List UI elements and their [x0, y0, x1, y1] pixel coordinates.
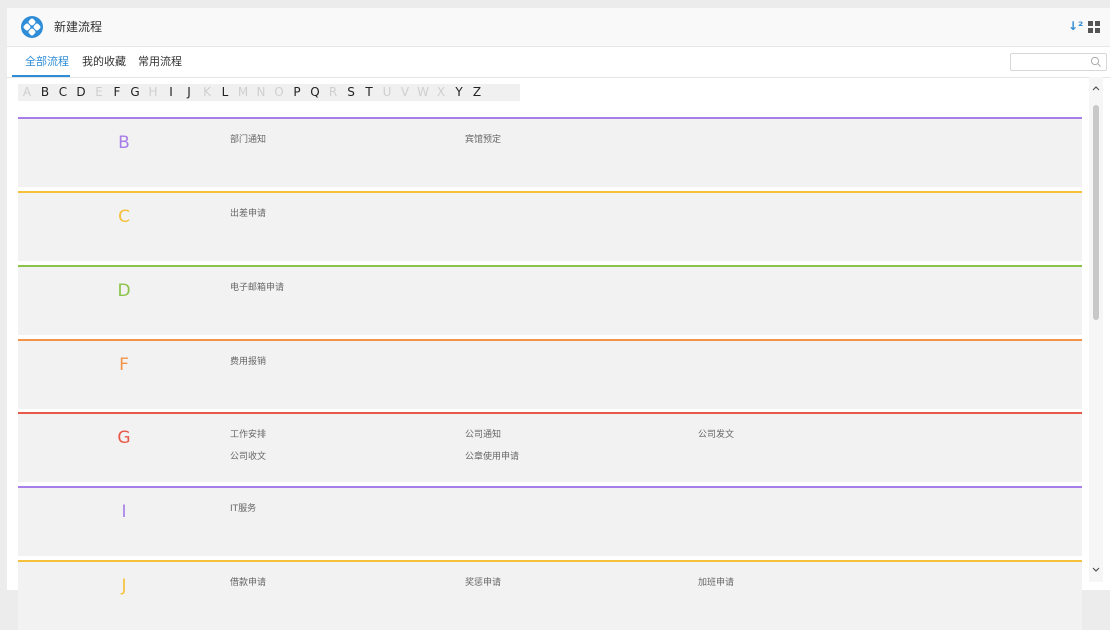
- section-letter: J: [121, 576, 127, 596]
- alpha-letter-g[interactable]: G: [126, 84, 144, 101]
- alpha-letter-e: E: [95, 85, 103, 99]
- section-d: D 电子邮箱申请: [18, 265, 1082, 335]
- alphabet-index-bar: ABCDEFGHIJKLMNOPQRSTUVWXYZ: [18, 84, 520, 101]
- section-f: F 费用报销: [18, 339, 1082, 409]
- process-item[interactable]: 公司通知: [465, 430, 501, 441]
- process-item[interactable]: 公章使用申请: [465, 452, 519, 463]
- process-item[interactable]: 费用报销: [230, 357, 266, 368]
- process-item[interactable]: 公司发文: [698, 430, 734, 441]
- alpha-letter-q[interactable]: Q: [306, 84, 324, 101]
- active-tab-indicator: [12, 75, 70, 77]
- app-logo-icon: [21, 16, 43, 38]
- page-title: 新建流程: [54, 20, 103, 34]
- alpha-letter-o: O: [274, 85, 284, 99]
- section-j: J 借款申请 奖惩申请 加班申请: [18, 560, 1082, 630]
- tab-common-processes[interactable]: 常用流程: [138, 55, 182, 69]
- process-item[interactable]: 部门通知: [230, 135, 266, 146]
- alpha-letter-d[interactable]: D: [72, 84, 90, 101]
- alpha-letter-n: N: [256, 85, 266, 99]
- alpha-letter-b[interactable]: B: [36, 84, 54, 101]
- section-letter: D: [117, 281, 131, 301]
- process-item[interactable]: 公司收文: [230, 452, 266, 463]
- alpha-letter-y[interactable]: Y: [450, 84, 468, 101]
- sort-alpha-icon[interactable]: ↓²: [1068, 19, 1083, 33]
- alpha-letter-s[interactable]: S: [342, 84, 360, 101]
- alpha-letter-c[interactable]: C: [54, 84, 72, 101]
- alpha-letter-z[interactable]: Z: [468, 84, 486, 101]
- vertical-scrollbar[interactable]: [1089, 77, 1103, 582]
- alpha-letter-w: W: [417, 85, 429, 99]
- grid-view-icon[interactable]: [1088, 21, 1100, 33]
- process-item[interactable]: 出差申请: [230, 209, 266, 220]
- tab-my-favorites[interactable]: 我的收藏: [82, 55, 126, 69]
- section-letter: G: [117, 428, 131, 448]
- scroll-up-icon[interactable]: [1091, 83, 1101, 93]
- alpha-letter-l[interactable]: L: [216, 84, 234, 101]
- scroll-down-icon[interactable]: [1091, 565, 1101, 575]
- section-c: C 出差申请: [18, 191, 1082, 261]
- alpha-letter-m: M: [237, 85, 249, 99]
- process-item[interactable]: 工作安排: [230, 430, 266, 441]
- tab-bar: 全部流程 我的收藏 常用流程: [7, 47, 1110, 78]
- section-letter: B: [118, 133, 130, 153]
- alpha-letter-k: K: [203, 85, 211, 99]
- header-bar: 新建流程 ↓²: [7, 8, 1110, 47]
- process-item[interactable]: IT服务: [230, 504, 256, 515]
- process-item[interactable]: 电子邮箱申请: [230, 283, 284, 294]
- alpha-bar-padding: [486, 84, 520, 101]
- search-icon[interactable]: [1089, 55, 1103, 69]
- section-letter: F: [119, 355, 129, 375]
- section-i: I IT服务: [18, 486, 1082, 556]
- alpha-letter-r: R: [328, 85, 338, 99]
- section-g: G 工作安排 公司通知 公司发文公司收文 公章使用申请: [18, 412, 1082, 482]
- alpha-letter-i[interactable]: I: [162, 84, 180, 101]
- alpha-letter-h: H: [148, 85, 158, 99]
- alpha-letter-v: V: [400, 85, 410, 99]
- alpha-letter-a: A: [22, 85, 32, 99]
- section-letter: I: [121, 502, 127, 522]
- section-b: B 部门通知 宾馆预定: [18, 117, 1082, 187]
- alpha-letter-p[interactable]: P: [288, 84, 306, 101]
- alpha-letter-j[interactable]: J: [180, 84, 198, 101]
- alpha-letter-t[interactable]: T: [360, 84, 378, 101]
- alpha-letter-u: U: [382, 85, 392, 99]
- tab-all-processes[interactable]: 全部流程: [25, 55, 69, 69]
- alpha-letter-f[interactable]: F: [108, 84, 126, 101]
- process-item[interactable]: 加班申请: [698, 578, 734, 589]
- scrollbar-thumb[interactable]: [1093, 105, 1099, 320]
- process-item[interactable]: 宾馆预定: [465, 135, 501, 146]
- section-letter: C: [118, 207, 130, 227]
- process-item[interactable]: 奖惩申请: [465, 578, 501, 589]
- search-input[interactable]: [1010, 53, 1107, 71]
- alpha-letter-x: X: [436, 85, 446, 99]
- process-item[interactable]: 借款申请: [230, 578, 266, 589]
